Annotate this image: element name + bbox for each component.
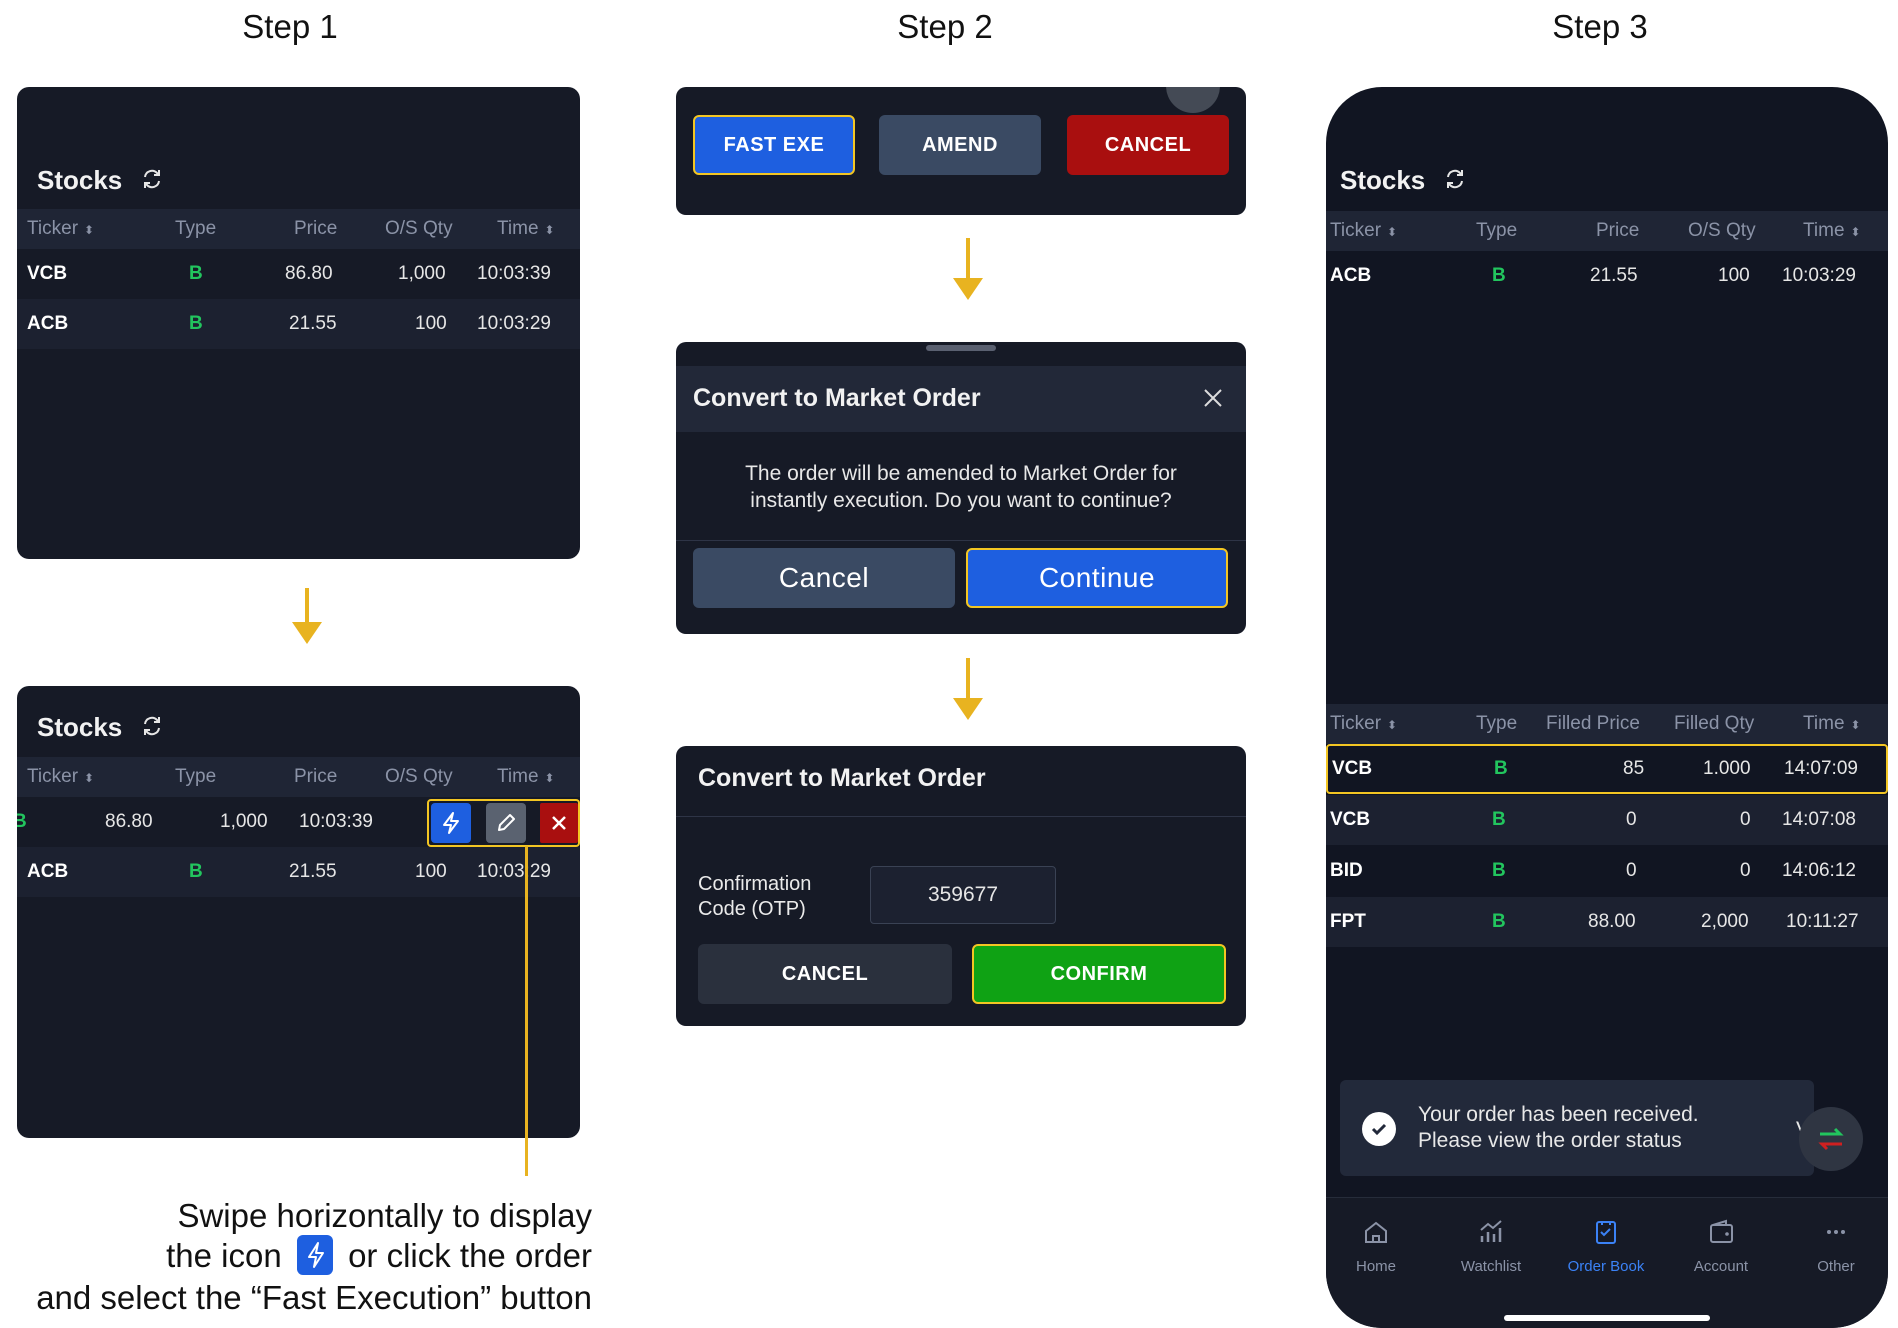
continue-button[interactable]: Continue [966,548,1228,608]
otp-label: Confirmation Code (OTP) [698,873,812,920]
table-row[interactable]: BID B 0 0 14:06:12 [1326,846,1888,896]
table-row[interactable]: ACB B 21.55 100 10:03:29 [17,299,580,349]
stocks-heading: Stocks [37,165,164,198]
refresh-icon[interactable] [140,714,164,745]
filled-row-highlighted[interactable]: VCB B 85 1.000 14:07:09 [1326,744,1888,794]
nav-home[interactable]: Home [1326,1218,1426,1275]
convert-dialog: Convert to Market Order The order will b… [676,342,1246,634]
nav-order-book[interactable]: Order Book [1556,1218,1656,1275]
order-actions-panel: FAST EXE AMEND CANCEL [676,87,1246,215]
col-type[interactable]: Type [1476,220,1517,242]
cancel-button[interactable]: Cancel [693,548,955,608]
home-icon [1365,1221,1387,1243]
table-header: Ticker ⬍ Type Price O/S Qty Time ⬍ [17,209,580,249]
col-time[interactable]: Time ⬍ [1803,220,1861,242]
table-row[interactable]: ACB B 21.55 100 10:03:29 [1326,251,1888,301]
stocks-panel-step1-swiped: Stocks Ticker ⬍ Type Price O/S Qty Time ⬍ … [17,686,580,1138]
arrow-head-icon [953,278,983,300]
table-row[interactable]: VCB B 86.80 1,000 10:03:39 [17,249,580,299]
more-dots-icon [1827,1230,1845,1234]
col-time[interactable]: Time ⬍ [1803,713,1861,735]
table-row[interactable]: ACB B 21.55 100 10:03:29 [17,847,580,897]
toast-message: Your order has been received. Please vie… [1418,1103,1699,1152]
close-icon[interactable] [1201,386,1225,415]
step-1-title: Step 1 [242,8,338,45]
order-book-icon [1596,1221,1616,1244]
swipe-actions-highlight [427,799,580,847]
nav-other[interactable]: Other [1786,1218,1886,1275]
col-type[interactable]: Type [175,766,216,788]
table-row[interactable]: VCB B 0 0 14:07:08 [1326,795,1888,845]
table-header: Ticker ⬍ Type Price O/S Qty Time ⬍ [17,757,580,797]
col-ticker[interactable]: Ticker ⬍ [27,218,94,240]
wallet-icon [1710,1219,1733,1243]
col-ticker[interactable]: Ticker ⬍ [1330,713,1397,735]
lightning-icon [296,1235,333,1276]
callout-line [525,846,528,1176]
col-time[interactable]: Time ⬍ [497,218,555,240]
step-3-title: Step 3 [1552,8,1648,45]
dialog-message: The order will be amended to Market Orde… [745,462,1177,512]
col-ticker[interactable]: Ticker ⬍ [27,766,94,788]
handle-circle [1166,87,1220,113]
check-circle-icon [1362,1112,1396,1146]
otp-cancel-button[interactable]: CANCEL [698,944,952,1004]
otp-input[interactable]: 359677 [870,866,1056,924]
drag-handle[interactable] [926,345,996,351]
otp-dialog-title: Convert to Market Order [698,764,986,792]
filled-table-header: Ticker ⬍ Type Filled Price Filled Qty Tim… [1326,704,1888,744]
arrow-head-icon [292,622,322,644]
col-filled-qty[interactable]: Filled Qty [1674,713,1754,735]
col-price[interactable]: Price [1596,220,1639,242]
arrow-down-icon [966,238,970,280]
col-price[interactable]: Price [294,766,337,788]
stocks-heading: Stocks [1340,165,1467,198]
col-type[interactable]: Type [175,218,216,240]
stocks-panel-step1: Stocks Ticker ⬍ Type Price O/S Qty Time ⬍ … [17,87,580,559]
nav-watchlist[interactable]: Watchlist [1441,1218,1541,1275]
close-icon [552,816,566,830]
arrow-down-icon [966,658,970,700]
divider [676,540,1246,541]
edit-order-button[interactable] [486,803,526,843]
col-qty[interactable]: O/S Qty [385,766,453,788]
refresh-icon[interactable] [140,167,164,198]
col-type[interactable]: Type [1476,713,1517,735]
col-qty[interactable]: O/S Qty [1688,220,1756,242]
amend-button[interactable]: AMEND [879,115,1041,175]
divider [676,816,1246,817]
lightning-icon [443,812,459,834]
order-received-toast: Your order has been received. Please vie… [1340,1080,1814,1176]
orders-table-header: Ticker ⬍ Type Price O/S Qty Time ⬍ [1326,211,1888,251]
step1-caption: Swipe horizontally to display the icon o… [36,1197,592,1317]
arrow-head-icon [953,698,983,720]
refresh-icon[interactable] [1443,167,1467,198]
col-ticker[interactable]: Ticker ⬍ [1330,220,1397,242]
otp-dialog: Convert to Market Order Confirmation Cod… [676,746,1246,1026]
col-qty[interactable]: O/S Qty [385,218,453,240]
cancel-order-button[interactable] [540,803,578,843]
home-indicator [1504,1315,1710,1321]
stocks-heading: Stocks [37,712,164,745]
dialog-title: Convert to Market Order [693,384,981,412]
fast-exe-button[interactable]: FAST EXE [693,115,855,175]
fast-execution-button[interactable] [431,803,471,843]
confirm-button[interactable]: CONFIRM [972,944,1226,1004]
nav-account[interactable]: Account [1671,1218,1771,1275]
swap-arrows-icon [1818,1127,1844,1151]
arrow-down-icon [305,588,309,624]
pencil-icon [498,814,515,831]
cancel-button[interactable]: CANCEL [1067,115,1229,175]
phone-screen: Stocks Ticker ⬍ Type Price O/S Qty Time ⬍ … [1326,87,1888,1328]
col-price[interactable]: Price [294,218,337,240]
col-time[interactable]: Time ⬍ [497,766,555,788]
bar-chart-icon [1480,1220,1502,1242]
step-2-title: Step 2 [897,8,993,45]
bottom-nav: Home Watchlist Order Book Account Other [1326,1197,1888,1328]
swap-fab-button[interactable] [1799,1107,1863,1171]
col-filled-price[interactable]: Filled Price [1546,713,1640,735]
table-row[interactable]: FPT B 88.00 2,000 10:11:27 [1326,897,1888,947]
